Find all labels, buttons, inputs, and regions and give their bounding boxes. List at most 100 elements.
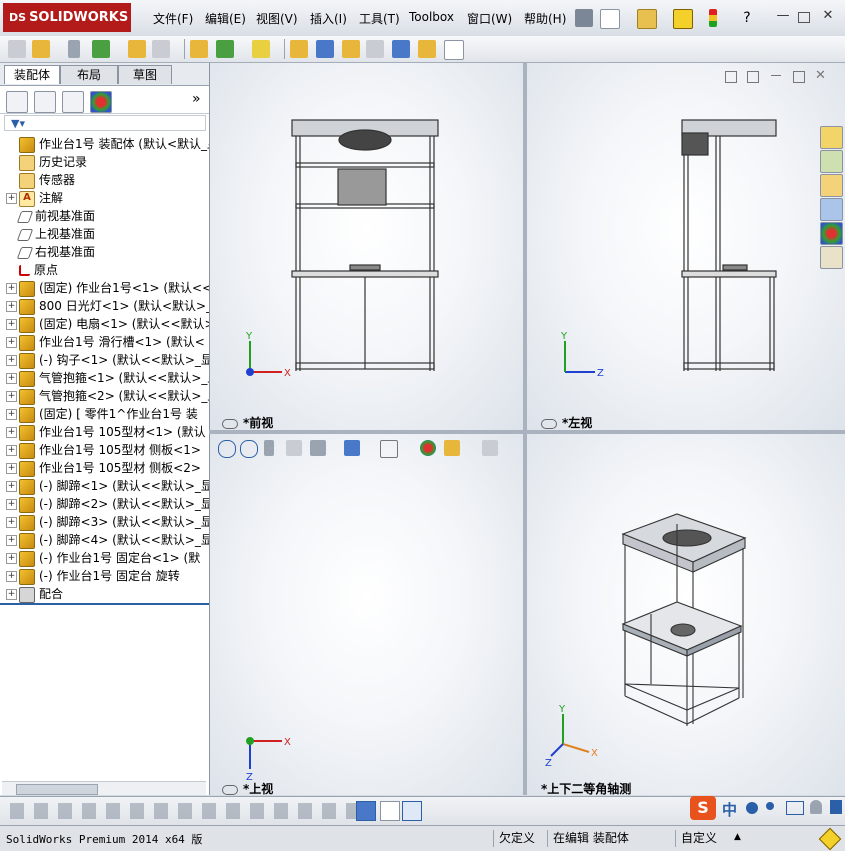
display-style-icon[interactable] bbox=[344, 440, 360, 456]
configuration-manager-icon[interactable] bbox=[62, 91, 84, 113]
menu-edit[interactable]: 编辑(E) bbox=[205, 10, 246, 27]
display-manager-icon[interactable] bbox=[90, 91, 112, 113]
skin-icon[interactable] bbox=[830, 800, 842, 814]
menu-insert[interactable]: 插入(I) bbox=[310, 10, 347, 27]
scroll-thumb[interactable] bbox=[16, 784, 98, 795]
expand-icon[interactable]: + bbox=[6, 463, 17, 474]
viewport-front[interactable]: X Y *前视 bbox=[210, 63, 523, 430]
viewport-splitter-vertical[interactable] bbox=[523, 63, 527, 795]
tree-item[interactable]: + (-) 脚蹄<3> (默认<<默认>_显示 bbox=[0, 513, 209, 531]
bill-of-materials-icon[interactable] bbox=[342, 40, 360, 58]
expand-icon[interactable]: + bbox=[6, 301, 17, 312]
solidworks-logo[interactable]: DS SOLIDWORKS bbox=[3, 3, 131, 32]
sogou-logo-icon[interactable]: S bbox=[690, 796, 716, 820]
viewport-splitter-horizontal[interactable] bbox=[209, 430, 845, 434]
apply-scene-icon[interactable] bbox=[444, 440, 460, 456]
expand-icon[interactable]: + bbox=[6, 535, 17, 546]
viewport-top[interactable]: X Z *上视 bbox=[210, 434, 523, 795]
expand-icon[interactable]: + bbox=[6, 517, 17, 528]
menu-tools[interactable]: 工具(T) bbox=[359, 10, 400, 27]
eye-icon[interactable] bbox=[222, 418, 238, 429]
view-palette-icon[interactable] bbox=[820, 198, 843, 221]
tree-item[interactable]: 上视基准面 bbox=[0, 225, 209, 243]
eye-icon[interactable] bbox=[222, 784, 238, 795]
view-orientation-icon[interactable] bbox=[310, 440, 326, 456]
expand-icon[interactable]: + bbox=[6, 427, 17, 438]
expand-icon[interactable]: + bbox=[6, 373, 17, 384]
moon-icon[interactable] bbox=[746, 802, 758, 814]
new-part-icon[interactable] bbox=[32, 40, 50, 58]
tree-item[interactable]: + A 注解 bbox=[0, 189, 209, 207]
property-manager-icon[interactable] bbox=[34, 91, 56, 113]
sketch-tools-icons[interactable] bbox=[10, 803, 370, 819]
linear-pattern-icon[interactable] bbox=[128, 40, 146, 58]
shaded-display-icon[interactable] bbox=[356, 801, 376, 821]
exploded-view-icon[interactable] bbox=[366, 40, 384, 58]
warning-icon[interactable] bbox=[673, 9, 693, 29]
expand-icon[interactable]: + bbox=[6, 445, 17, 456]
tree-item[interactable]: + (-) 作业台1号 固定台<1> (默 bbox=[0, 549, 209, 567]
tree-item[interactable]: 前视基准面 bbox=[0, 207, 209, 225]
expand-icon[interactable]: + bbox=[6, 571, 17, 582]
edit-appearance-icon[interactable] bbox=[420, 440, 436, 456]
minimize-view-icon[interactable] bbox=[771, 75, 781, 76]
menu-view[interactable]: 视图(V) bbox=[256, 10, 298, 27]
expand-icon[interactable]: + bbox=[6, 283, 17, 294]
mate-icon[interactable] bbox=[92, 40, 110, 58]
zoom-to-fit-icon[interactable] bbox=[218, 440, 236, 458]
feature-manager-icon[interactable] bbox=[6, 91, 28, 113]
appearances-icon[interactable] bbox=[820, 222, 843, 245]
hide-show-items-icon[interactable] bbox=[380, 440, 398, 458]
tree-item[interactable]: +800 日光灯<1> (默认<默认>_显 bbox=[0, 297, 209, 315]
minimize-icon[interactable]: — bbox=[775, 8, 791, 24]
tree-item[interactable]: + 作业台1号 105型材 侧板<1> bbox=[0, 441, 209, 459]
tab-assembly[interactable]: 装配体 bbox=[4, 65, 60, 84]
menu-help[interactable]: 帮助(H) bbox=[524, 10, 566, 27]
expand-icon[interactable]: + bbox=[6, 481, 17, 492]
expand-icon[interactable]: + bbox=[6, 409, 17, 420]
tree-item[interactable]: + 作业台1号 105型材 侧板<2> bbox=[0, 459, 209, 477]
new-motion-study-icon[interactable] bbox=[316, 40, 334, 58]
panel-layout-icon[interactable] bbox=[380, 801, 400, 821]
tree-item[interactable]: + 气管抱箍<2> (默认<<默认>_显示 bbox=[0, 387, 209, 405]
punctuation-icon[interactable] bbox=[766, 802, 774, 810]
tree-item[interactable]: + 配合 bbox=[0, 585, 209, 603]
zoom-to-area-icon[interactable] bbox=[240, 440, 258, 458]
tree-item[interactable]: + (固定) 电扇<1> (默认<<默认>_ bbox=[0, 315, 209, 333]
horizontal-scrollbar[interactable] bbox=[2, 781, 206, 795]
close-view-icon[interactable]: ✕ bbox=[815, 68, 826, 83]
tree-item[interactable]: + 作业台1号 105型材<1> (默认 bbox=[0, 423, 209, 441]
user-icon[interactable] bbox=[810, 800, 822, 814]
expand-icon[interactable]: + bbox=[6, 319, 17, 330]
viewport-left[interactable]: Z Y ✕ *左视 bbox=[527, 63, 845, 430]
tree-item[interactable]: + 作业台1号 滑行槽<1> (默认< bbox=[0, 333, 209, 351]
traffic-light-icon[interactable] bbox=[709, 9, 717, 27]
speedpak-icon[interactable] bbox=[444, 40, 464, 60]
expand-icon[interactable]: + bbox=[6, 499, 17, 510]
filter-input[interactable]: ▼▾ bbox=[4, 115, 206, 131]
menu-file[interactable]: 文件(F) bbox=[153, 10, 193, 27]
viewport-isometric[interactable]: Y X Z *上下二等角轴测 bbox=[527, 434, 845, 795]
home-icon[interactable] bbox=[820, 126, 843, 149]
rebuild-icon[interactable] bbox=[818, 827, 842, 851]
split-view-icon[interactable] bbox=[725, 71, 737, 83]
close-icon[interactable]: ✕ bbox=[820, 8, 836, 24]
tree-item[interactable]: + (-) 钩子<1> (默认<<默认>_显示 bbox=[0, 351, 209, 369]
open-folder-icon[interactable] bbox=[637, 9, 657, 29]
help-icon[interactable]: ? bbox=[738, 9, 756, 27]
smart-fastener-icon[interactable] bbox=[152, 40, 170, 58]
expand-panel-icon[interactable]: » bbox=[192, 91, 201, 107]
expand-icon[interactable]: + bbox=[6, 337, 17, 348]
assembly-features-icon[interactable] bbox=[252, 40, 270, 58]
tree-item[interactable]: + 气管抱箍<1> (默认<<默认>_显示 bbox=[0, 369, 209, 387]
paperclip-icon[interactable] bbox=[68, 40, 80, 58]
expand-icon[interactable]: + bbox=[6, 553, 17, 564]
tree-item[interactable]: + (固定) 作业台1号<1> (默认<< bbox=[0, 279, 209, 297]
tree-item[interactable]: 传感器 bbox=[0, 171, 209, 189]
tree-item[interactable]: + (-) 脚蹄<4> (默认<<默认>_显示 bbox=[0, 531, 209, 549]
units-dropdown-icon[interactable]: ▲ bbox=[734, 832, 741, 842]
four-view-icon[interactable] bbox=[402, 801, 422, 821]
tree-item[interactable]: 作业台1号 装配体 (默认<默认_显 bbox=[0, 135, 209, 153]
tree-item[interactable]: 右视基准面 bbox=[0, 243, 209, 261]
tree-item[interactable]: + (-) 脚蹄<1> (默认<<默认>_显示 bbox=[0, 477, 209, 495]
